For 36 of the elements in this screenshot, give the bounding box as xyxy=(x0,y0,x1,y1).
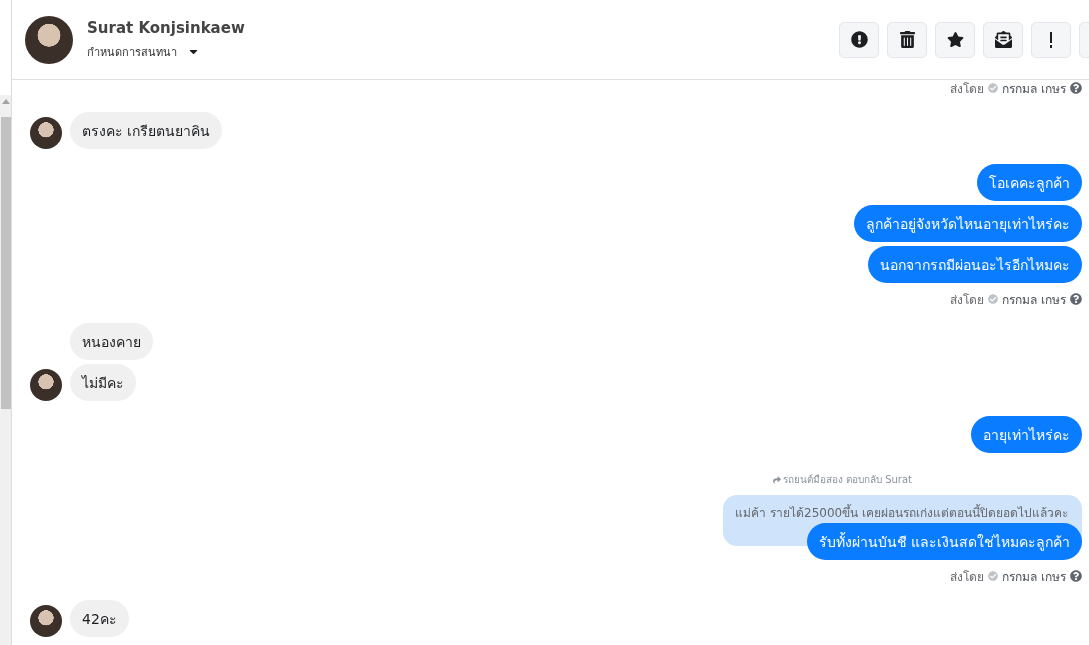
help-icon[interactable] xyxy=(1070,293,1082,305)
avatar-photo xyxy=(30,369,62,401)
reply-label: รถยนต์มือสอง ตอบกลับ Surat xyxy=(782,473,912,487)
message-bubble: 42คะ xyxy=(70,600,129,637)
avatar-photo xyxy=(30,605,62,637)
alert-button[interactable] xyxy=(839,21,879,58)
message-bubble: โอเคคะลูกค้า xyxy=(977,164,1082,201)
message-bubble: ไม่มีคะ xyxy=(70,364,136,401)
message-bubble: อายุเท่าไหร่คะ xyxy=(971,416,1082,453)
star-button[interactable] xyxy=(935,21,975,58)
envelope-icon xyxy=(994,31,1012,48)
sender-name: กรกมล เกษร xyxy=(1002,80,1066,98)
message-bubble: นอกจากรถมีผ่อนอะไรอีกไหมคะ xyxy=(868,246,1082,283)
trash-button[interactable] xyxy=(887,21,927,58)
reply-arrow-icon xyxy=(772,475,781,484)
sent-by-label: ส่งโดย xyxy=(950,80,985,98)
trash-icon xyxy=(898,31,916,48)
sender-name: กรกมล เกษร xyxy=(1002,291,1066,309)
alert-icon xyxy=(850,31,868,48)
conversation-menu[interactable]: กำหนดการสนทนา xyxy=(87,42,177,61)
contact-name: Surat Konjsinkaew xyxy=(87,18,246,37)
message-bubble: รับทั้งผ่านบันชี และเงินสดใช่ไหมคะลูกค้า xyxy=(806,523,1082,560)
help-icon[interactable] xyxy=(1070,570,1082,582)
exclamation-icon xyxy=(1049,31,1053,48)
profile-photo xyxy=(25,15,73,64)
scrollbar[interactable] xyxy=(0,95,11,645)
star-icon xyxy=(946,31,964,48)
avatar-photo xyxy=(30,117,62,149)
help-icon[interactable] xyxy=(1070,82,1082,94)
message-bubble: ลูกค้าอยู่จังหวัดไหนอายุเท่าไหร่คะ xyxy=(854,205,1082,242)
sent-by-label: ส่งโดย xyxy=(950,291,985,309)
message-bubble: หนองคาย xyxy=(70,323,153,360)
sent-by-label: ส่งโดย xyxy=(950,568,985,586)
mail-button[interactable] xyxy=(983,21,1023,58)
message-bubble: ตรงคะ เกรียตนยาคิน xyxy=(70,112,223,149)
sender-name: กรกมล เกษร xyxy=(1002,568,1066,586)
